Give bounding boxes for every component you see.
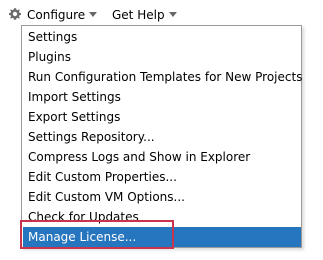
menu-item-edit-custom-vm-options[interactable]: Edit Custom VM Options... [23,187,301,207]
gear-icon [9,8,21,20]
menu-item-check-for-updates[interactable]: Check for Updates [23,207,301,227]
menu-item-settings[interactable]: Settings [23,27,301,47]
get-help-dropdown-button[interactable]: Get Help [112,7,177,23]
chevron-down-icon [168,12,177,17]
menu-item-run-configuration-templates[interactable]: Run Configuration Templates for New Proj… [23,67,302,87]
menu-item-export-settings[interactable]: Export Settings [23,107,301,127]
menu-item-manage-license[interactable]: Manage License... [23,227,301,247]
menu-item-compress-logs[interactable]: Compress Logs and Show in Explorer [23,147,301,167]
chevron-down-icon [89,12,98,17]
menu-item-import-settings[interactable]: Import Settings [23,87,301,107]
menu-item-edit-custom-properties[interactable]: Edit Custom Properties... [23,167,301,187]
configure-menu: Settings Plugins Run Configuration Templ… [21,25,302,248]
menu-item-settings-repository[interactable]: Settings Repository... [23,127,301,147]
configure-dropdown-button[interactable]: Configure [8,7,98,23]
configure-label: Configure [27,8,86,22]
welcome-toolbar: Configure Get Help [0,0,323,28]
get-help-label: Get Help [112,8,165,22]
menu-item-plugins[interactable]: Plugins [23,47,301,67]
